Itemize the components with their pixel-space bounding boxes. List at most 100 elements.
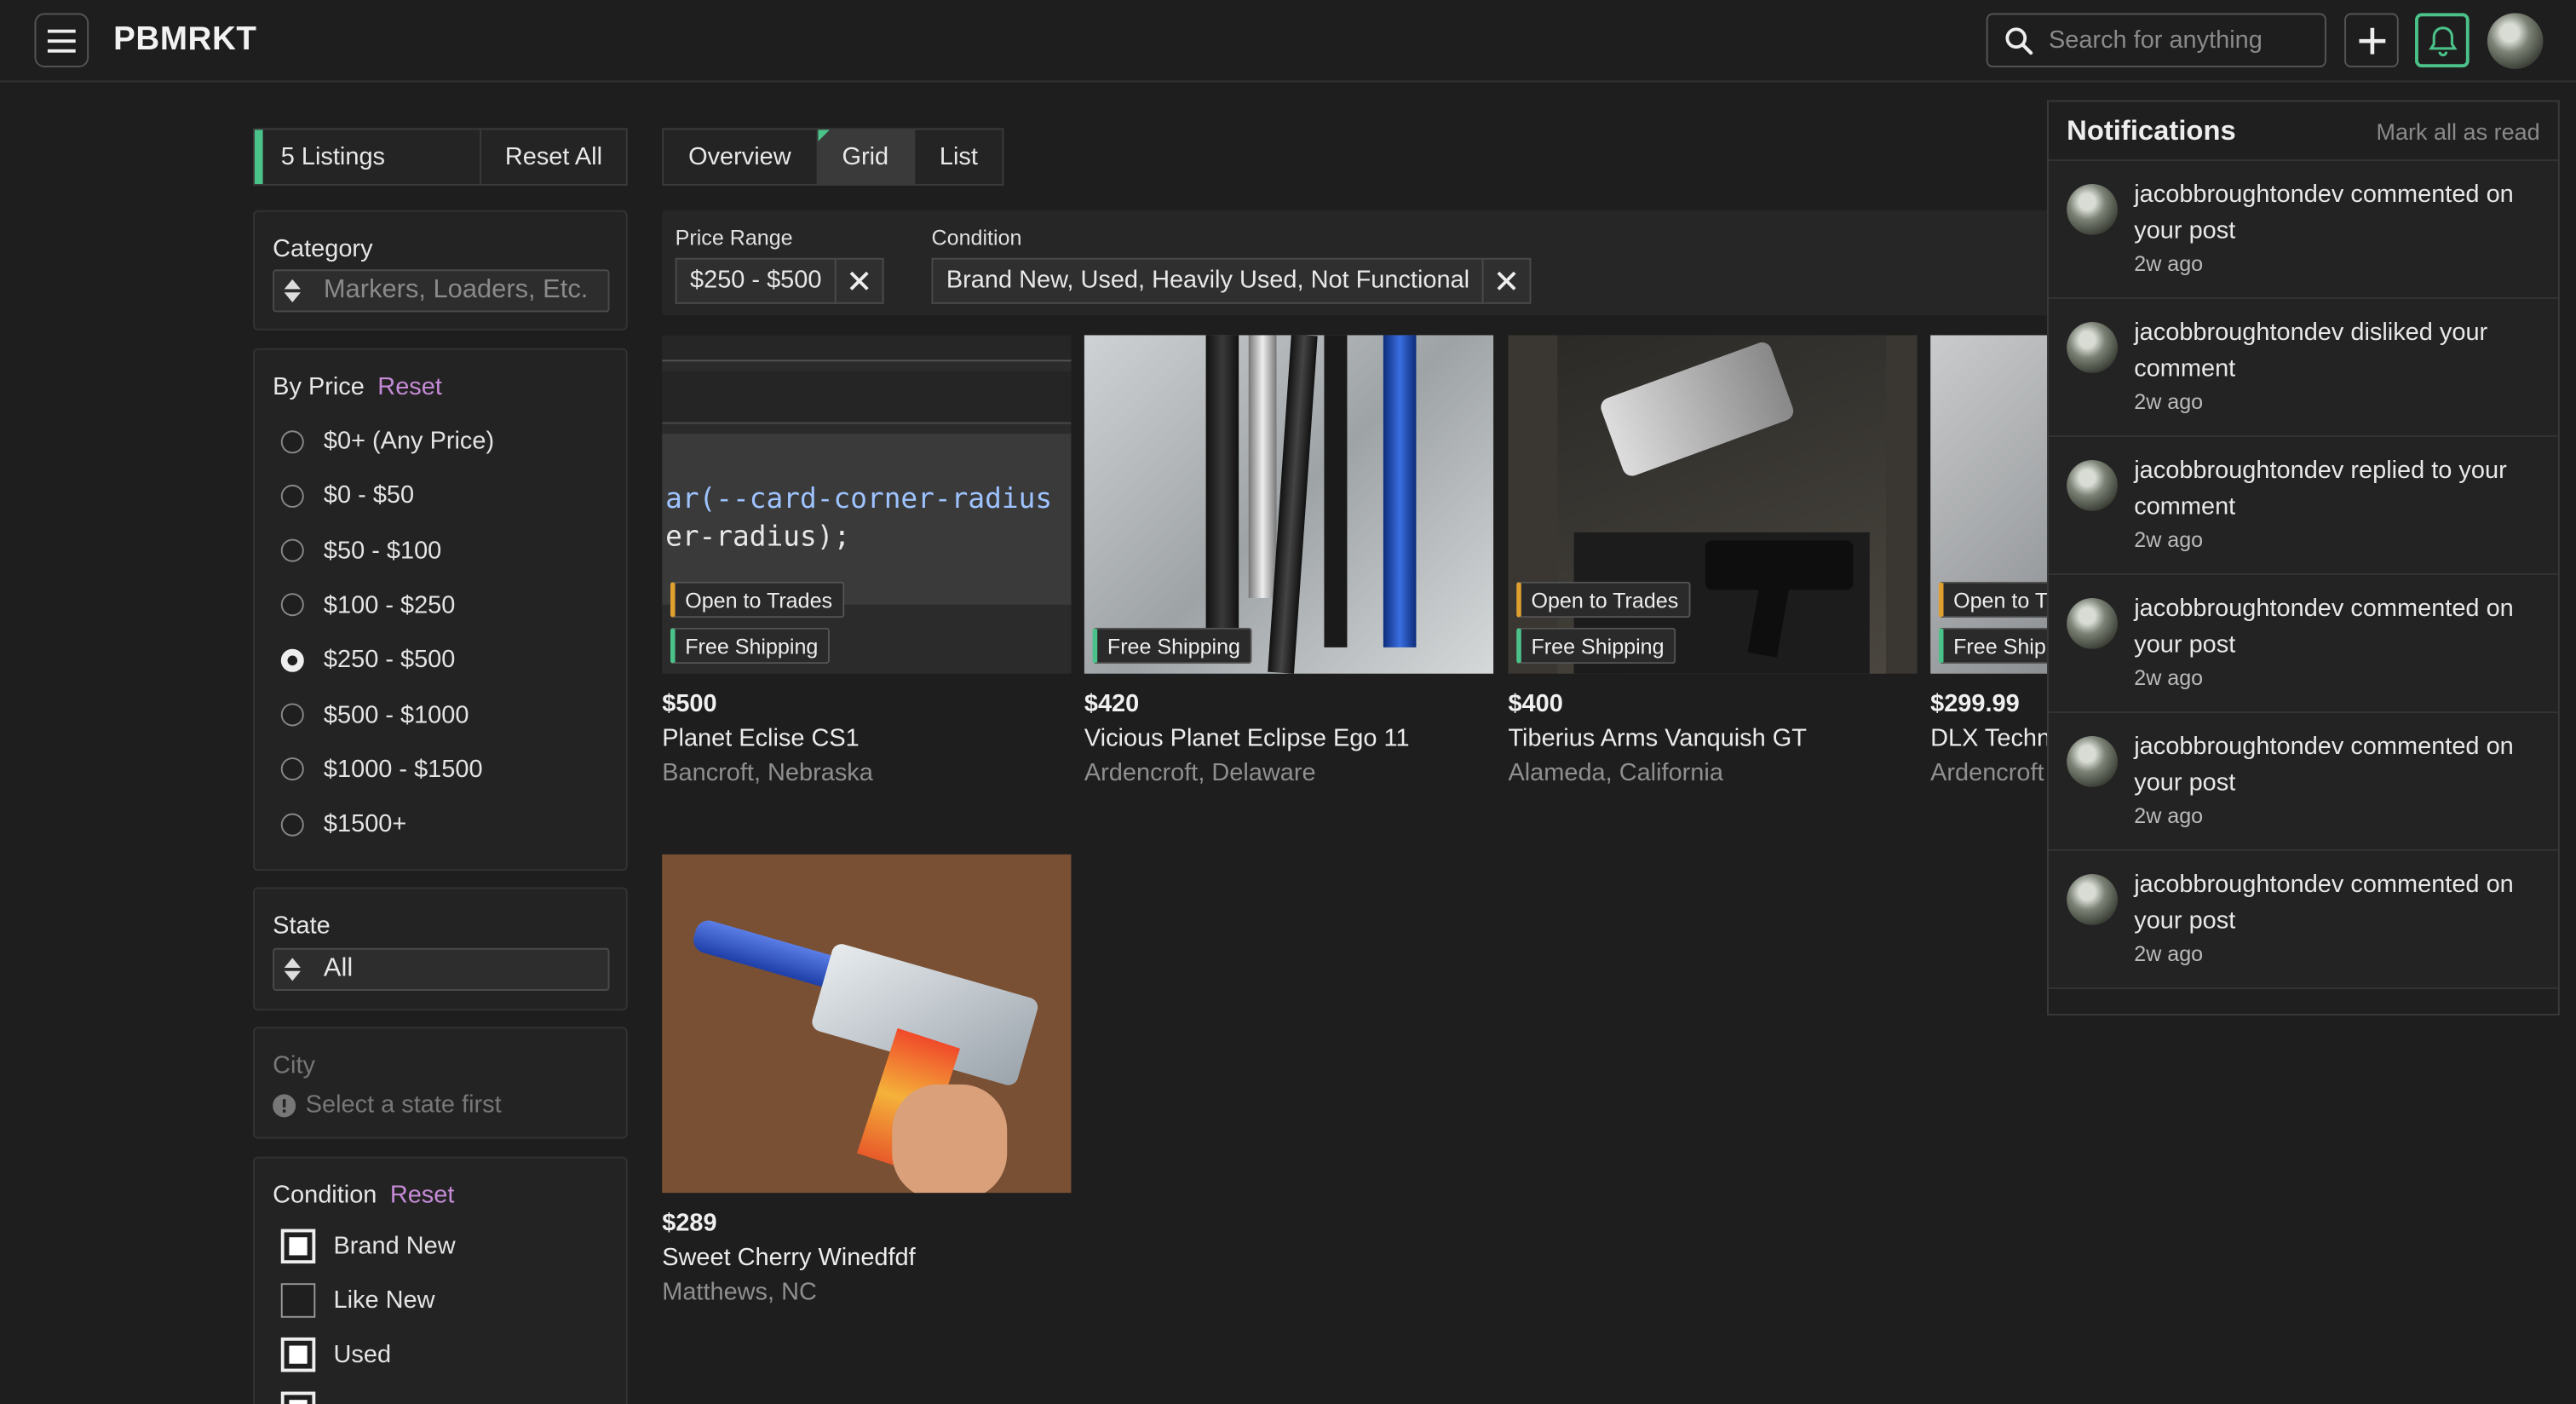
listing-price: $299.99 — [1930, 690, 2020, 718]
listing-title[interactable]: Planet Eclise CS1 — [662, 725, 1071, 753]
listing-title[interactable]: Sweet Cherry Winedfdf — [662, 1244, 1071, 1272]
notification-item[interactable]: jacobbroughtondev commented on your post… — [2048, 575, 2558, 714]
notification-item[interactable]: jacobbroughtondev commented on your post… — [2048, 851, 2558, 990]
notification-item[interactable]: jacobbroughtondev replied to your commen… — [2048, 437, 2558, 576]
price-option[interactable]: $1500+ — [280, 809, 407, 838]
notification-message: jacobbroughtondev disliked your comment — [2134, 319, 2488, 383]
price-option[interactable]: $0 - $50 — [280, 481, 415, 510]
reset-all-button[interactable]: Reset All — [481, 129, 626, 184]
price-option[interactable]: $0+ (Any Price) — [280, 427, 494, 455]
state-label: State — [273, 912, 331, 941]
listing-image: Open to Trades Free Shipping — [1508, 335, 1918, 674]
price-filter: By Price Reset $0+ (Any Price) $0 - $50 $50… — [253, 348, 628, 872]
listing-title[interactable]: Tiberius Arms Vanquish GT — [1508, 725, 1917, 753]
notifications-button[interactable] — [2415, 13, 2470, 68]
listing-card[interactable]: ar(--card-corner-radius er-radius); Open… — [662, 335, 1072, 787]
notification-item[interactable]: jacobbroughtondev commented on your post… — [2048, 161, 2558, 300]
notification-item[interactable]: jacobbroughtondev disliked your comment 2… — [2048, 299, 2558, 438]
city-filter: City Select a state first — [253, 1027, 628, 1139]
price-option-label: $50 - $100 — [323, 536, 442, 565]
remove-condition-filter-button[interactable] — [1484, 271, 1530, 291]
price-option[interactable]: $50 - $100 — [280, 536, 442, 565]
notification-avatar — [2067, 874, 2118, 925]
open-to-trades-badge: Open to T — [1938, 581, 2049, 619]
tab-overview[interactable]: Overview — [664, 129, 818, 185]
close-icon — [849, 271, 869, 291]
condition-label: Condition — [273, 1181, 377, 1210]
view-tabs: Overview Grid List — [662, 128, 1004, 186]
listing-card[interactable]: Open to Trades Free Shipping $400 Tiberi… — [1508, 335, 1918, 787]
price-label: By Price — [273, 372, 365, 401]
free-shipping-badge: Free Shipping — [1092, 627, 1252, 665]
price-header: By Price Reset — [273, 373, 442, 403]
condition-option[interactable]: Like New — [280, 1283, 435, 1318]
close-icon — [1498, 271, 1517, 291]
state-select[interactable]: All — [273, 947, 610, 991]
listing-location: Alameda, California — [1508, 759, 1723, 787]
price-range-title: Price Range — [675, 225, 793, 250]
price-option[interactable]: $100 - $250 — [280, 591, 455, 619]
radio-button[interactable] — [280, 648, 304, 672]
city-hint: Select a state first — [273, 1091, 502, 1119]
price-option-label: $1000 - $1500 — [323, 755, 483, 784]
category-select[interactable]: Markers, Loaders, Etc. — [273, 269, 610, 313]
info-icon — [273, 1093, 296, 1117]
mark-all-read-button[interactable]: Mark all as read — [2377, 118, 2540, 144]
listing-title[interactable]: DLX Techn — [1930, 725, 2049, 753]
radio-button[interactable] — [280, 812, 304, 836]
open-to-trades-badge: Open to Trades — [1516, 581, 1690, 619]
top-bar: PBMRKT — [0, 0, 2576, 83]
plus-icon — [2358, 26, 2385, 54]
condition-filter: Condition Reset Brand New Like New Used — [253, 1156, 628, 1404]
price-reset-link[interactable]: Reset — [377, 373, 442, 401]
radio-button[interactable] — [280, 538, 304, 562]
condition-option[interactable]: Used — [280, 1337, 392, 1372]
notification-avatar — [2067, 184, 2118, 235]
listings-summary: 5 Listings Reset All — [253, 128, 628, 186]
radio-button[interactable] — [280, 429, 304, 453]
listing-image — [662, 854, 1072, 1194]
checkbox[interactable] — [280, 1391, 316, 1404]
notifications-title: Notifications — [2067, 114, 2236, 146]
radio-button[interactable] — [280, 593, 304, 617]
tab-list[interactable]: List — [915, 129, 1003, 184]
price-range-chip-label: $250 - $500 — [677, 259, 837, 302]
notification-avatar — [2067, 322, 2118, 373]
listing-title[interactable]: Vicious Planet Eclipse Ego 11 — [1084, 725, 1493, 753]
radio-button[interactable] — [280, 703, 304, 727]
price-option[interactable]: $1000 - $1500 — [280, 755, 483, 784]
bell-icon — [2428, 26, 2457, 56]
notification-item[interactable]: jacobbroughtondev commented on your post… — [2048, 713, 2558, 852]
radio-button[interactable] — [280, 484, 304, 508]
price-option[interactable]: $500 - $1000 — [280, 701, 469, 728]
search-icon — [2005, 26, 2033, 55]
search-box[interactable] — [1986, 13, 2326, 68]
listing-card[interactable]: Free Shipping $420 Vicious Planet Eclips… — [1084, 335, 1494, 787]
checkbox[interactable] — [280, 1228, 316, 1264]
price-range-filter: Price Range $250 - $500 — [675, 225, 884, 304]
condition-option-partial[interactable] — [280, 1391, 334, 1404]
checkbox[interactable] — [280, 1283, 316, 1318]
add-listing-button[interactable] — [2344, 13, 2399, 68]
price-option-label: $0 - $50 — [323, 481, 415, 510]
checkbox[interactable] — [280, 1337, 316, 1372]
tab-grid[interactable]: Grid — [817, 129, 915, 185]
condition-option[interactable]: Brand New — [280, 1228, 456, 1264]
search-input[interactable] — [2048, 26, 2312, 55]
price-option[interactable]: $250 - $500 — [280, 646, 455, 674]
condition-reset-link[interactable]: Reset — [390, 1182, 455, 1210]
listing-price: $289 — [662, 1209, 717, 1238]
notification-avatar — [2067, 598, 2118, 649]
menu-button[interactable] — [34, 13, 89, 68]
listing-card[interactable]: Open to T Free Ship $299.99 DLX Techn Ar… — [1930, 335, 2049, 787]
listing-card[interactable]: $289 Sweet Cherry Winedfdf Matthews, NC — [662, 854, 1072, 1306]
state-value: All — [323, 954, 354, 983]
radio-button[interactable] — [280, 757, 304, 781]
condition-option-label: Used — [333, 1340, 392, 1369]
price-option-label: $1500+ — [323, 809, 407, 838]
remove-price-filter-button[interactable] — [837, 271, 883, 291]
listing-image: ar(--card-corner-radius er-radius); Open… — [662, 335, 1072, 674]
user-avatar[interactable] — [2487, 13, 2544, 70]
notification-time: 2w ago — [2134, 251, 2204, 277]
brand-logo[interactable]: PBMRKT — [113, 21, 256, 59]
